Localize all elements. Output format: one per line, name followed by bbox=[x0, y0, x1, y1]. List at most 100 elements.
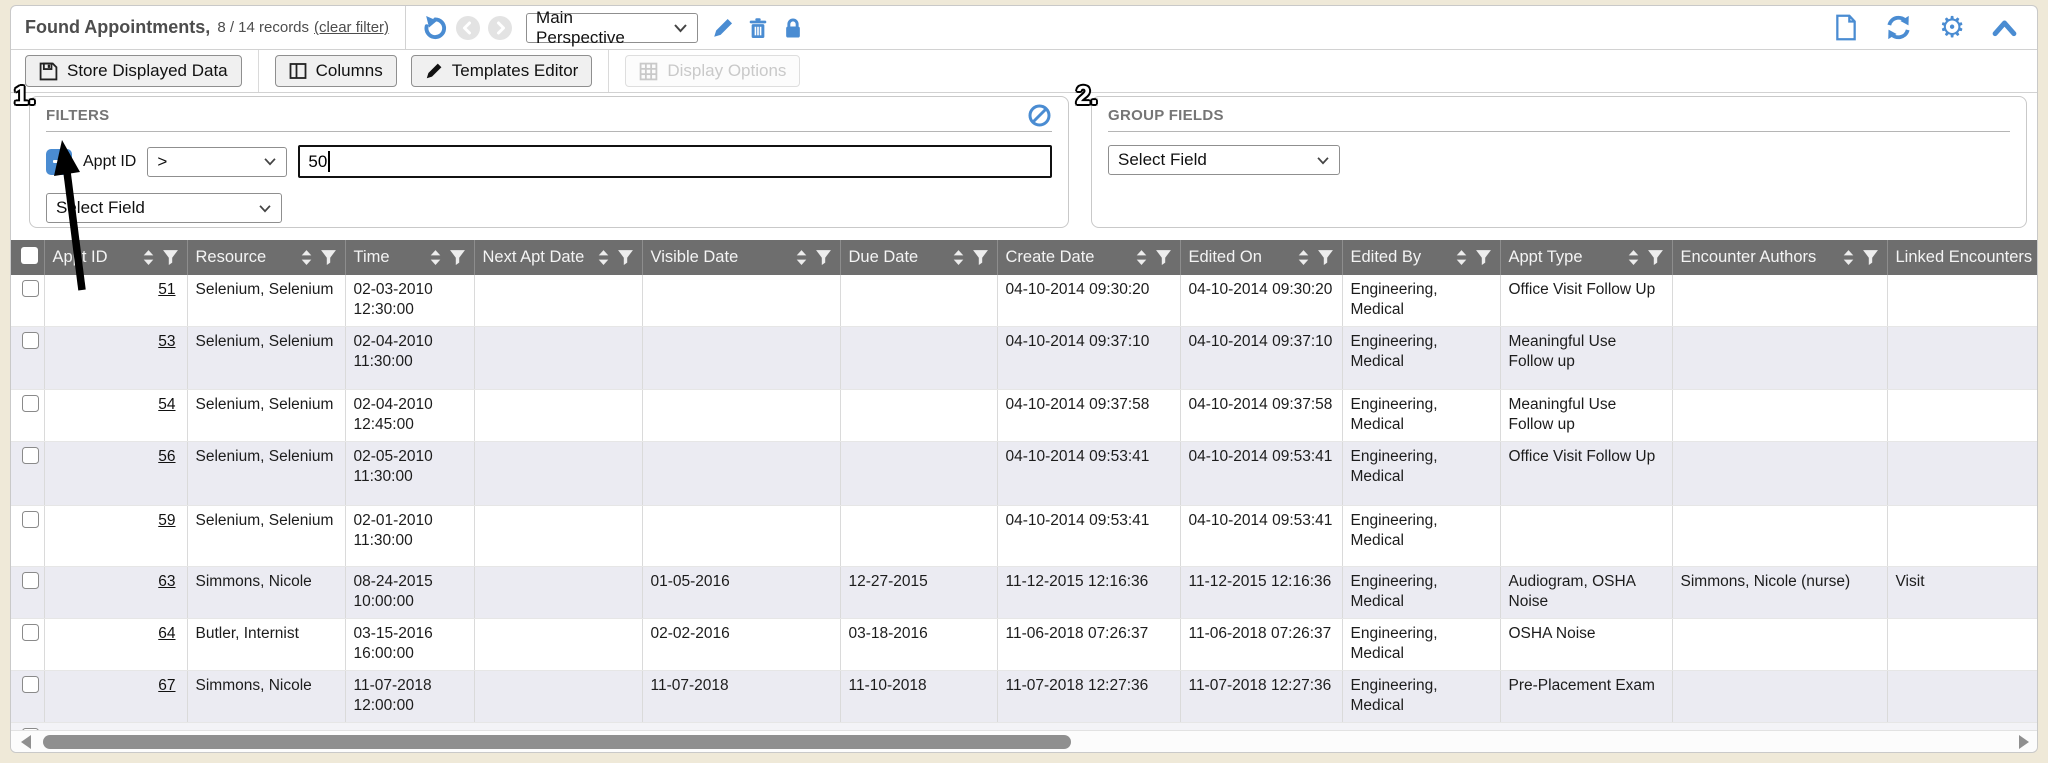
col-header-encounterAuthors[interactable]: Encounter Authors bbox=[1672, 240, 1887, 275]
cell-linkedEncounters bbox=[1887, 326, 2037, 389]
nav-back-icon[interactable] bbox=[456, 16, 480, 40]
empty-row-cell bbox=[11, 722, 2037, 730]
appt-id-cell: 59 bbox=[44, 505, 187, 566]
col-header-apptType[interactable]: Appt Type bbox=[1500, 240, 1672, 275]
cell-nextAptDate bbox=[474, 566, 642, 618]
col-label: Visible Date bbox=[651, 248, 739, 267]
scrollbar-thumb[interactable] bbox=[43, 735, 1071, 749]
row-select-cell bbox=[11, 505, 44, 566]
cell-dueDate bbox=[840, 389, 997, 441]
cell-encounterAuthors: Simmons, Nicole (nurse) bbox=[1672, 566, 1887, 618]
col-header-resource[interactable]: Resource bbox=[187, 240, 345, 275]
table-row: 63Simmons, Nicole08-24-2015 10:00:0001-0… bbox=[11, 566, 2037, 618]
sort-icon bbox=[1627, 249, 1640, 266]
row-checkbox[interactable] bbox=[22, 447, 39, 464]
add-filter-field-select[interactable]: Select Field bbox=[46, 193, 282, 223]
edit-icon[interactable] bbox=[712, 17, 734, 39]
scroll-left-arrow[interactable] bbox=[21, 735, 31, 749]
cell-nextAptDate bbox=[474, 389, 642, 441]
filter-funnel-icon bbox=[972, 249, 989, 266]
cell-apptType: Meaningful Use Follow up bbox=[1500, 389, 1672, 441]
appt-id-link[interactable]: 63 bbox=[158, 573, 175, 590]
horizontal-scrollbar bbox=[11, 730, 2037, 752]
cell-editedOn: 04-10-2014 09:53:41 bbox=[1180, 505, 1342, 566]
row-checkbox[interactable] bbox=[22, 511, 39, 528]
col-header-visibleDate[interactable]: Visible Date bbox=[642, 240, 840, 275]
row-checkbox[interactable] bbox=[22, 624, 39, 641]
filter-value-input[interactable]: 50 bbox=[298, 145, 1052, 178]
cell-time: 02-04-2010 12:45:00 bbox=[345, 389, 474, 441]
appt-id-cell: 56 bbox=[44, 441, 187, 505]
appt-id-cell: 64 bbox=[44, 618, 187, 670]
col-label: Linked Encounters bbox=[1896, 248, 2033, 267]
scroll-right-arrow[interactable] bbox=[2019, 735, 2029, 749]
refresh-icon[interactable] bbox=[1885, 14, 1912, 41]
cell-createDate: 04-10-2014 09:37:58 bbox=[997, 389, 1180, 441]
table-row: 51Selenium, Selenium02-03-2010 12:30:000… bbox=[11, 275, 2037, 326]
appt-id-link[interactable]: 53 bbox=[158, 333, 175, 350]
select-all-checkbox[interactable] bbox=[21, 247, 38, 264]
filter-row: Appt ID > 50 bbox=[46, 145, 1052, 178]
cell-visibleDate bbox=[642, 326, 840, 389]
templates-editor-button[interactable]: Templates Editor bbox=[411, 55, 593, 87]
col-label: Create Date bbox=[1006, 248, 1095, 267]
cell-encounterAuthors bbox=[1672, 670, 1887, 722]
col-header-editedBy[interactable]: Edited By bbox=[1342, 240, 1500, 275]
col-header-editedOn[interactable]: Edited On bbox=[1180, 240, 1342, 275]
appt-id-link[interactable]: 59 bbox=[158, 512, 175, 529]
col-label: Edited By bbox=[1351, 248, 1422, 267]
appt-id-link[interactable]: 67 bbox=[158, 677, 175, 694]
row-checkbox[interactable] bbox=[22, 280, 39, 297]
perspective-select[interactable]: Main Perspective bbox=[526, 13, 698, 43]
appt-id-link[interactable]: 51 bbox=[158, 281, 175, 298]
display-options-button[interactable]: Display Options bbox=[625, 55, 800, 87]
remove-filter-button[interactable] bbox=[46, 149, 72, 175]
nav-forward-icon[interactable] bbox=[488, 16, 512, 40]
row-checkbox[interactable] bbox=[22, 332, 39, 349]
row-select-cell bbox=[11, 326, 44, 389]
select-all-header[interactable] bbox=[11, 240, 44, 275]
cell-apptType: Meaningful Use Follow up bbox=[1500, 326, 1672, 389]
store-displayed-data-button[interactable]: Store Displayed Data bbox=[25, 55, 242, 87]
panel-header: Found Appointments, 8 / 14 records (clea… bbox=[11, 6, 2037, 50]
col-label: Due Date bbox=[849, 248, 919, 267]
row-checkbox[interactable] bbox=[22, 572, 39, 589]
delete-icon[interactable] bbox=[747, 17, 769, 39]
new-document-icon[interactable] bbox=[1834, 14, 1858, 41]
cell-apptType: Office Visit Follow Up bbox=[1500, 441, 1672, 505]
cell-time: 02-03-2010 12:30:00 bbox=[345, 275, 474, 326]
row-select-cell bbox=[11, 670, 44, 722]
sort-icon bbox=[952, 249, 965, 266]
filters-panel: FILTERS Appt ID > 50 Select Field bbox=[29, 96, 1069, 228]
gear-icon[interactable]: ⚙ bbox=[1939, 13, 1965, 42]
group-field-select[interactable]: Select Field bbox=[1108, 145, 1340, 175]
col-header-nextAptDate[interactable]: Next Apt Date bbox=[474, 240, 642, 275]
filter-operator-select[interactable]: > bbox=[147, 147, 287, 177]
col-label: Appt Type bbox=[1509, 248, 1583, 267]
clear-filter-link[interactable]: (clear filter) bbox=[314, 19, 389, 36]
col-header-linkedEncounters[interactable]: Linked Encounters bbox=[1887, 240, 2037, 275]
row-checkbox[interactable] bbox=[22, 676, 39, 693]
lock-icon[interactable] bbox=[782, 17, 804, 39]
row-checkbox[interactable] bbox=[22, 395, 39, 412]
col-header-dueDate[interactable]: Due Date bbox=[840, 240, 997, 275]
cell-nextAptDate bbox=[474, 326, 642, 389]
appt-id-link[interactable]: 54 bbox=[158, 396, 175, 413]
group-fields-heading: GROUP FIELDS bbox=[1108, 107, 2010, 132]
block-icon[interactable] bbox=[1027, 103, 1052, 128]
appt-id-link[interactable]: 56 bbox=[158, 448, 175, 465]
col-header-time[interactable]: Time bbox=[345, 240, 474, 275]
collapse-icon[interactable] bbox=[1992, 18, 2017, 38]
annotation-badge-1: 1. bbox=[14, 80, 36, 111]
cell-encounterAuthors bbox=[1672, 441, 1887, 505]
table-header-row: Appt ID ResourceTimeNext Apt Date Visible … bbox=[11, 240, 2037, 275]
columns-button[interactable]: Columns bbox=[275, 55, 397, 87]
sort-icon bbox=[597, 249, 610, 266]
col-label: Appt ID bbox=[53, 248, 108, 267]
undo-icon[interactable] bbox=[422, 15, 448, 41]
col-header-id[interactable]: Appt ID bbox=[44, 240, 187, 275]
cell-time: 11-07-2018 12:00:00 bbox=[345, 670, 474, 722]
appt-id-link[interactable]: 64 bbox=[158, 625, 175, 642]
col-header-createDate[interactable]: Create Date bbox=[997, 240, 1180, 275]
cell-editedBy: Engineering, Medical bbox=[1342, 441, 1500, 505]
